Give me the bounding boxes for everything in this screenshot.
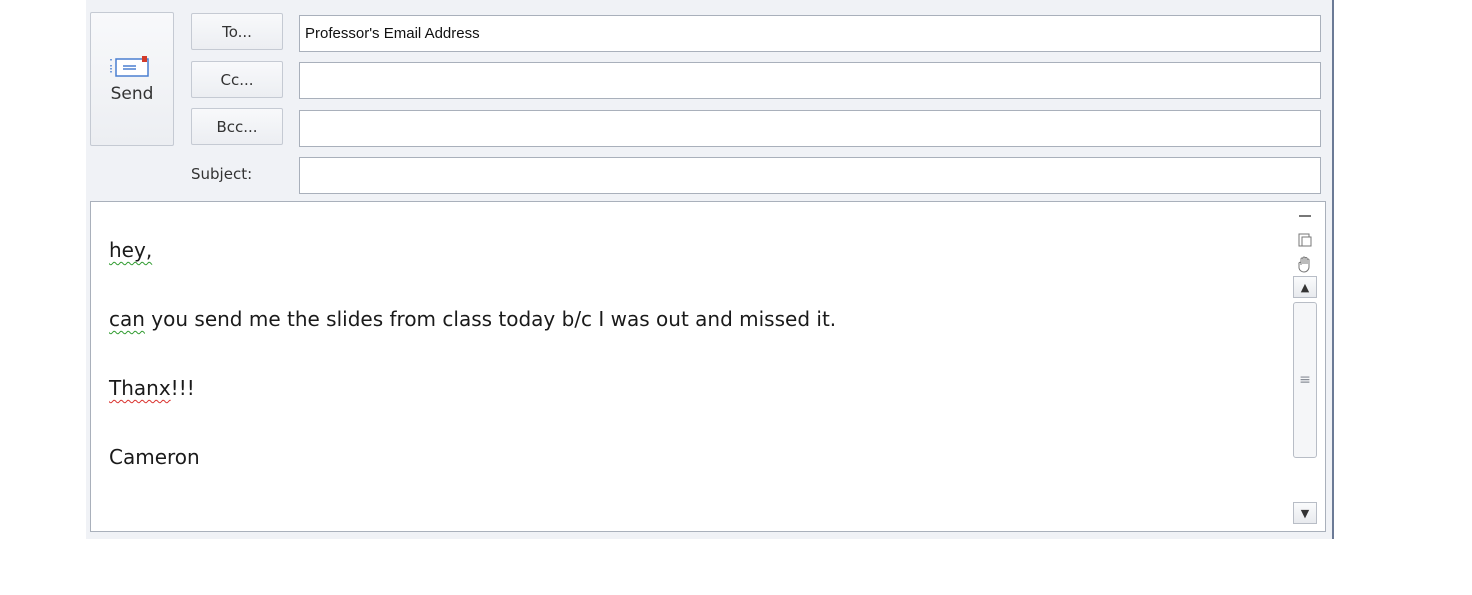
vertical-scrollbar[interactable]: ▲ ≡ ▼: [1293, 276, 1317, 528]
subject-label: Subject:: [191, 165, 253, 183]
message-body[interactable]: hey, can you send me the slides from clas…: [90, 201, 1326, 532]
bcc-field[interactable]: [299, 110, 1321, 147]
scroll-up-arrow-icon[interactable]: ▲: [1293, 276, 1317, 298]
message-body-text: hey, can you send me the slides from clas…: [109, 238, 836, 514]
send-button[interactable]: Send: [90, 12, 174, 146]
to-button[interactable]: To...: [191, 13, 283, 50]
scroll-grip-icon: ≡: [1299, 372, 1311, 388]
body-side-tools: [1293, 204, 1317, 276]
send-label: Send: [110, 84, 154, 104]
message-line: can you send me the slides from class to…: [109, 307, 837, 331]
spellcheck-word: can: [109, 307, 145, 331]
cc-button[interactable]: Cc...: [191, 61, 283, 98]
collapse-icon[interactable]: [1293, 204, 1317, 228]
hand-pan-icon[interactable]: [1293, 252, 1317, 276]
cc-field[interactable]: [299, 62, 1321, 99]
spellcheck-word: Thanx: [109, 376, 171, 400]
scroll-thumb[interactable]: ≡: [1293, 302, 1317, 458]
message-text: Cameron: [109, 445, 200, 469]
page-icon[interactable]: [1293, 228, 1317, 252]
message-line: hey,: [109, 238, 836, 262]
send-envelope-icon: [110, 56, 149, 77]
subject-field[interactable]: [299, 157, 1321, 194]
message-text: you send me the slides from class today …: [144, 307, 837, 331]
spellcheck-word: hey,: [109, 238, 153, 262]
to-field[interactable]: Professor's Email Address: [299, 15, 1321, 52]
scroll-down-arrow-icon[interactable]: ▼: [1293, 502, 1317, 524]
message-line: Thanx!!!: [109, 376, 836, 400]
message-line: Cameron: [109, 445, 836, 469]
bcc-button[interactable]: Bcc...: [191, 108, 283, 145]
message-text: !!!: [170, 376, 195, 400]
compose-window: Send To... Cc... Bcc... Subject: Profess…: [86, 0, 1334, 539]
